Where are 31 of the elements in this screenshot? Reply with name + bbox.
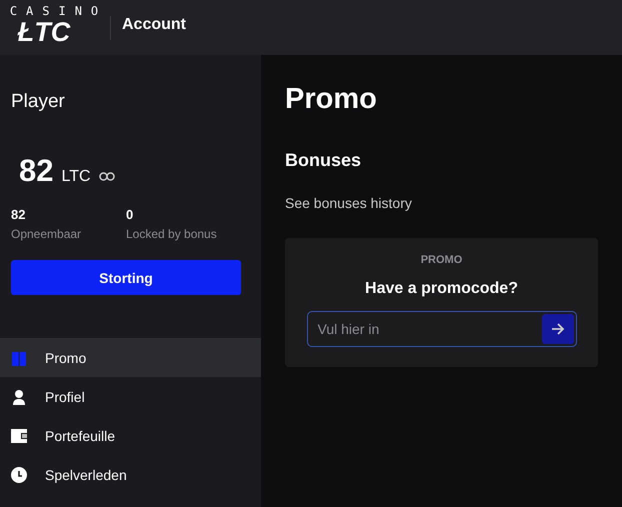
stat-label: Locked by bonus [126, 227, 218, 241]
user-icon [11, 388, 27, 404]
stat-value: 82 [11, 207, 26, 222]
logo[interactable]: CASINO ŁTC [0, 4, 108, 52]
nav-item[interactable]: Profiel [0, 377, 261, 416]
nav-label: Portefeuille [45, 428, 116, 444]
balance-currency: LTC [61, 168, 91, 186]
card-heading: Have a promocode? [365, 280, 518, 298]
promocode-field[interactable]: Vul hier in [306, 311, 576, 347]
box-icon [11, 350, 27, 366]
nav-item[interactable]: Spelverleden [0, 455, 261, 494]
nav-item[interactable]: Promo [0, 338, 261, 377]
page-title: Account [122, 16, 186, 34]
main-title: Promo [285, 83, 378, 116]
wallet-icon [11, 428, 27, 442]
arrow-icon [550, 323, 564, 335]
history-link[interactable]: See bonuses history [285, 195, 598, 211]
stat-label: Opneembaar [11, 227, 82, 241]
deposit-button[interactable]: Storting [11, 260, 241, 295]
nav-item[interactable]: Portefeuille [0, 416, 261, 455]
player-name: Player [11, 91, 66, 113]
card-eyebrow: PROMO [420, 254, 462, 266]
coins-icon [98, 172, 115, 181]
section-title: Bonuses [285, 150, 362, 171]
submit-button[interactable] [542, 314, 574, 344]
nav-label: Profiel [45, 388, 85, 404]
clock-icon [11, 466, 27, 482]
nav-label: Promo [45, 350, 86, 366]
stat-value: 0 [126, 207, 134, 222]
nav-label: Spelverleden [45, 466, 127, 482]
balance-amount: 82 [19, 153, 54, 189]
